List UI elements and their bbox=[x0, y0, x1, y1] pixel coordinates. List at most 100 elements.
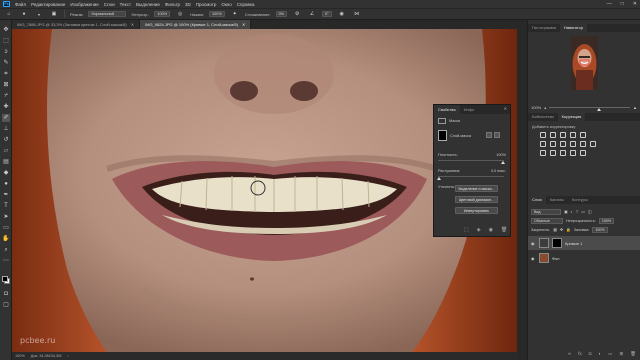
healing-tool-icon[interactable]: ✚ bbox=[2, 103, 10, 111]
levels-icon[interactable] bbox=[550, 132, 556, 138]
home-icon[interactable]: ⌂ bbox=[4, 10, 14, 18]
menu-layer[interactable]: Слои bbox=[104, 2, 115, 7]
blend-mode-select[interactable]: Обычные bbox=[531, 217, 563, 224]
tab-navigator[interactable]: Навигатор bbox=[559, 24, 588, 32]
filter-pixel-icon[interactable]: ▣ bbox=[564, 209, 568, 214]
invert-icon[interactable] bbox=[540, 150, 546, 156]
apply-mask-icon[interactable]: ◈ bbox=[477, 227, 481, 233]
lock-pixels-icon[interactable]: ▦ bbox=[553, 227, 557, 232]
tab-paths[interactable]: Контуры bbox=[568, 196, 592, 204]
screen-mode-icon[interactable]: ▢ bbox=[2, 301, 10, 309]
close-tab-icon[interactable]: ✕ bbox=[131, 20, 134, 29]
filter-adjust-icon[interactable]: ◐ bbox=[571, 210, 573, 214]
filter-smart-icon[interactable]: ◫ bbox=[588, 209, 592, 214]
invert-button[interactable]: Инвертировать bbox=[455, 207, 498, 214]
visibility-icon[interactable]: ◉ bbox=[489, 227, 493, 233]
zoom-in-icon[interactable]: ▲ bbox=[633, 105, 637, 110]
fill-field[interactable]: 100% bbox=[592, 226, 608, 233]
density-slider-knob[interactable] bbox=[501, 161, 505, 164]
tab-libraries[interactable]: Библиотеки bbox=[528, 113, 558, 121]
color-lookup-icon[interactable] bbox=[590, 141, 596, 147]
black-white-icon[interactable] bbox=[560, 141, 566, 147]
smoothing-field[interactable]: 0% bbox=[275, 11, 288, 17]
posterize-icon[interactable] bbox=[550, 150, 556, 156]
delete-icon[interactable]: 🗑 bbox=[501, 227, 507, 233]
mode-select[interactable]: Нормальный bbox=[88, 11, 127, 17]
type-tool-icon[interactable]: T bbox=[2, 202, 10, 210]
history-brush-tool-icon[interactable]: ↺ bbox=[2, 136, 10, 144]
lock-all-icon[interactable]: 🔒 bbox=[566, 227, 571, 232]
minimize-button[interactable]: — bbox=[607, 1, 612, 7]
brightness-icon[interactable] bbox=[540, 132, 546, 138]
crop-tool-icon[interactable]: ⌗ bbox=[2, 70, 10, 78]
layer-row-curves[interactable]: ◉ Кривые 1 bbox=[528, 236, 640, 250]
fx-icon[interactable]: fx bbox=[578, 351, 582, 357]
tab-info[interactable]: Инфо bbox=[460, 105, 479, 114]
vibrance-icon[interactable] bbox=[580, 132, 586, 138]
layer-opacity-field[interactable]: 100% bbox=[598, 217, 615, 224]
close-panel-icon[interactable]: ✕ bbox=[504, 106, 507, 111]
menu-file[interactable]: Файл bbox=[15, 2, 26, 7]
filter-shape-icon[interactable]: ▭ bbox=[581, 209, 585, 214]
vector-mask-button[interactable] bbox=[494, 132, 500, 138]
zoom-slider-knob[interactable] bbox=[597, 107, 602, 111]
tab-properties[interactable]: Свойства bbox=[434, 105, 460, 114]
brush-preset-icon[interactable]: ● bbox=[19, 10, 29, 18]
filter-type-icon[interactable]: T bbox=[576, 210, 578, 214]
pen-tool-icon[interactable]: ✒ bbox=[2, 191, 10, 199]
stamp-tool-icon[interactable]: ⊥ bbox=[2, 125, 10, 133]
brush-size-icon[interactable]: ▾ bbox=[34, 10, 44, 18]
quick-mask-icon[interactable]: ◘ bbox=[2, 290, 10, 298]
pixel-mask-button[interactable] bbox=[486, 132, 492, 138]
eyedropper-tool-icon[interactable]: ⌿ bbox=[2, 92, 10, 100]
exposure-icon[interactable] bbox=[570, 132, 576, 138]
feather-slider-knob[interactable] bbox=[437, 177, 441, 180]
tab-adjustments[interactable]: Коррекция bbox=[557, 113, 586, 121]
menu-type[interactable]: Текст bbox=[120, 2, 131, 7]
foreground-color-swatch[interactable] bbox=[2, 276, 8, 282]
more-tools-icon[interactable]: ⋯ bbox=[2, 257, 10, 265]
zoom-slider[interactable] bbox=[549, 106, 631, 111]
flow-field[interactable]: 100% bbox=[209, 11, 225, 17]
threshold-icon[interactable] bbox=[560, 150, 566, 156]
path-select-tool-icon[interactable]: ➤ bbox=[2, 213, 10, 221]
close-tab-icon[interactable]: ✕ bbox=[242, 20, 245, 29]
document-tab-active[interactable]: IMG_9824.JPG @ 100% (Кривые 1, Слой-маск… bbox=[140, 20, 252, 29]
menu-view[interactable]: Просмотр bbox=[196, 2, 217, 7]
chevron-right-icon[interactable]: › bbox=[67, 354, 68, 358]
eye-icon[interactable]: ◉ bbox=[531, 241, 536, 246]
feather-slider[interactable] bbox=[438, 176, 504, 177]
smoothing-options-icon[interactable]: ⚙ bbox=[292, 10, 302, 18]
layer-mask-thumbnail[interactable] bbox=[552, 238, 562, 248]
selective-color-icon[interactable] bbox=[580, 150, 586, 156]
feather-value[interactable]: 0,0 пикс. bbox=[491, 169, 506, 173]
shape-tool-icon[interactable]: ▭ bbox=[2, 224, 10, 232]
close-window-button[interactable]: ✕ bbox=[633, 1, 637, 7]
frame-tool-icon[interactable]: ⊠ bbox=[2, 81, 10, 89]
zoom-level[interactable]: 100% bbox=[15, 354, 25, 358]
layer-row-background[interactable]: ◉ Фон bbox=[528, 251, 640, 265]
channel-mixer-icon[interactable] bbox=[580, 141, 586, 147]
maximize-button[interactable]: □ bbox=[621, 1, 624, 7]
load-selection-icon[interactable]: ⬚ bbox=[464, 227, 469, 233]
pressure-size-icon[interactable]: ◉ bbox=[337, 10, 347, 18]
menu-edit[interactable]: Редактирование bbox=[31, 2, 65, 7]
tab-histogram[interactable]: Гистограмма bbox=[528, 24, 560, 32]
adjustment-icon[interactable]: ◐ bbox=[598, 351, 601, 357]
menu-3d[interactable]: 3D bbox=[185, 2, 191, 7]
zoom-tool-icon[interactable]: ⌕ bbox=[2, 246, 10, 254]
density-slider[interactable] bbox=[438, 160, 504, 161]
airbrush-icon[interactable]: ✦ bbox=[230, 10, 240, 18]
lock-position-icon[interactable]: ✥ bbox=[560, 227, 563, 232]
curves-icon[interactable] bbox=[560, 132, 566, 138]
layer-kind-filter[interactable]: Вид bbox=[531, 208, 561, 215]
gradient-tool-icon[interactable]: ▤ bbox=[2, 158, 10, 166]
marquee-tool-icon[interactable]: ⬚ bbox=[2, 37, 10, 45]
link-icon[interactable]: ∞ bbox=[568, 351, 571, 357]
angle-icon[interactable]: ∠ bbox=[307, 10, 317, 18]
group-icon[interactable]: ▭ bbox=[608, 351, 612, 357]
lasso-tool-icon[interactable]: ↄ bbox=[2, 48, 10, 56]
brush-panel-icon[interactable]: ▣ bbox=[49, 10, 59, 18]
menu-filter[interactable]: Фильтр bbox=[165, 2, 180, 7]
angle-field[interactable]: 0° bbox=[322, 11, 332, 17]
